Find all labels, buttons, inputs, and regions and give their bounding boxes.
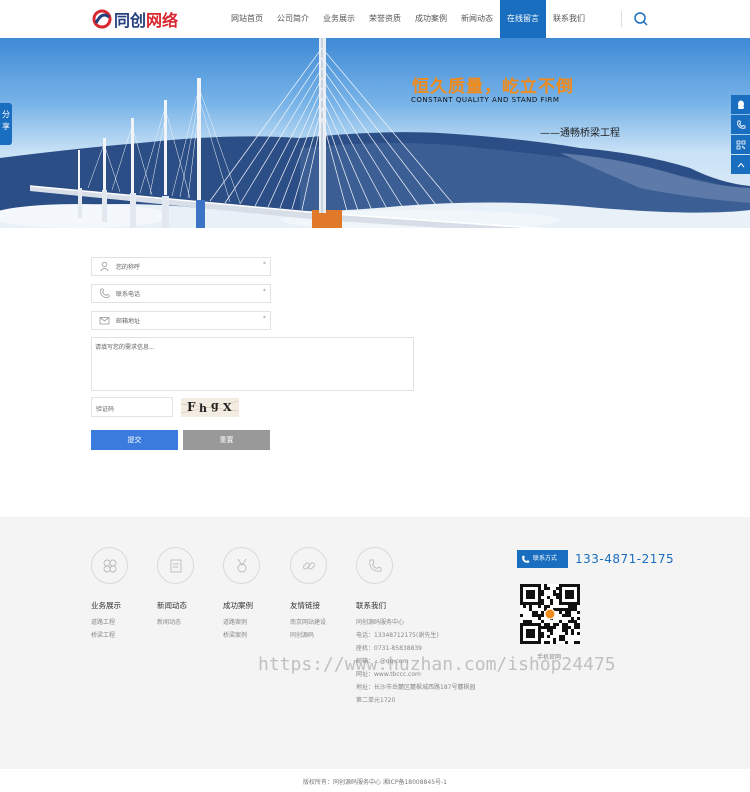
contact-address: 地址：长沙市岳麓区麓枫城西路187号麓枫园 [356,684,476,691]
user-icon [99,261,110,272]
reset-button[interactable]: 重置 [183,430,270,450]
footer-link[interactable]: 道路案例 [223,617,247,626]
captcha-image[interactable]: F h g X [181,398,239,417]
nav-item-message[interactable]: 在线留言 [500,0,546,38]
up-arrow-icon[interactable] [731,155,750,174]
phone-icon [522,555,530,563]
search-icon[interactable] [632,10,650,28]
footer-link[interactable]: 南京网站建设 [290,617,326,626]
name-placeholder: 您的称呼 [116,264,141,271]
message-placeholder: 请填写您的需求信息... [95,344,155,351]
footer-link[interactable]: 新闻动态 [157,617,181,626]
phone-icon [99,288,110,299]
mail-icon [99,315,110,326]
footer-col-title: 业务展示 [91,601,121,610]
captcha-char: g [211,399,219,412]
nav-item-home[interactable]: 网站首页 [224,0,270,38]
nav-item-news[interactable]: 新闻动态 [454,0,500,38]
medal-icon [223,547,260,584]
footer-link[interactable]: 桥梁工程 [91,630,115,639]
main-nav: 网站首页 公司简介 业务展示 荣誉资质 成功案例 新闻动态 在线留言 联系我们 [224,0,592,38]
phone-icon[interactable] [731,115,750,134]
nav-divider [621,11,622,27]
nav-item-business[interactable]: 业务展示 [316,0,362,38]
document-icon [157,547,194,584]
required-mark: * [263,261,266,268]
captcha-input[interactable]: 验证码 [91,397,173,417]
nav-item-cases[interactable]: 成功案例 [408,0,454,38]
captcha-char: X [223,401,232,414]
footer-col-title: 成功案例 [223,601,253,610]
site-header: 同创网络 网站首页 公司简介 业务展示 荣誉资质 成功案例 新闻动态 在线留言 … [0,0,750,38]
contact-org: 同创源码服务中心 [356,619,405,626]
copyright-text: 版权所有：同创源码服务中心 湘ICP备18008845号-1 [302,779,447,786]
contact-badge-label: 联系方式 [533,555,558,562]
email-field[interactable]: 邮箱地址 * [91,311,271,330]
banner-slogan-en: CONSTANT QUALITY AND STAND FIRM [411,96,560,104]
site-logo[interactable]: 同创网络 [92,8,178,30]
submit-button[interactable]: 提交 [91,430,178,450]
contact-badge: 联系方式 [517,550,568,568]
side-toolbar [731,95,750,175]
captcha-char: h [199,402,207,415]
footer-link[interactable]: 同创源码 [290,630,314,639]
captcha-placeholder: 验证码 [96,406,115,413]
share-tab[interactable]: 分享 [0,103,12,145]
name-field[interactable]: 您的称呼 * [91,257,271,276]
contact-mobile: 电话：13348712175(谢先生) [356,632,439,639]
required-mark: * [263,288,266,295]
footer-link[interactable]: 道路工程 [91,617,115,626]
link-icon [290,547,327,584]
footer-col-title: 友情链接 [290,601,320,610]
logo-text-blue: 同创 [114,11,147,30]
nav-item-contact[interactable]: 联系我们 [546,0,592,38]
footer-link[interactable]: 桥梁案例 [223,630,247,639]
qr-code [520,584,580,644]
contact-phone: 133-4871-2175 [575,552,675,566]
contact-address-line2: 第二单元1720 [356,697,396,704]
footer-col-title: 联系我们 [356,601,386,610]
logo-text-red: 网络 [146,11,179,30]
phone-field[interactable]: 联系电话 * [91,284,271,303]
grid-flower-icon [91,547,128,584]
required-mark: * [263,315,266,322]
qq-icon[interactable] [731,95,750,114]
nav-item-honors[interactable]: 荣誉资质 [362,0,408,38]
qr-icon[interactable] [731,135,750,154]
footer-col-title: 新闻动态 [157,601,187,610]
contact-landline: 座机：0731-85838839 [356,645,422,652]
bridge-illustration [0,38,750,228]
captcha-char: F [187,400,196,414]
watermark: https://www.huzhan.com/ishop24475 [258,654,616,675]
logo-text: 同创网络 [114,7,178,31]
nav-item-about[interactable]: 公司简介 [270,0,316,38]
phone-placeholder: 联系电话 [116,291,141,298]
phone-ring-icon [356,547,393,584]
email-placeholder: 邮箱地址 [116,318,141,325]
message-textarea[interactable]: 请填写您的需求信息... [91,337,414,391]
logo-mark-icon [92,9,112,29]
site-footer: 业务展示 新闻动态 成功案例 友情链接 联系我们 道路工程 桥梁工程 新闻动态 … [0,517,750,769]
hero-banner: 恒久质量，屹立不倒 CONSTANT QUALITY AND STAND FIR… [0,38,750,228]
banner-slogan: 恒久质量，屹立不倒 [412,77,574,97]
banner-subtitle: ——通畅桥梁工程 [540,128,620,139]
